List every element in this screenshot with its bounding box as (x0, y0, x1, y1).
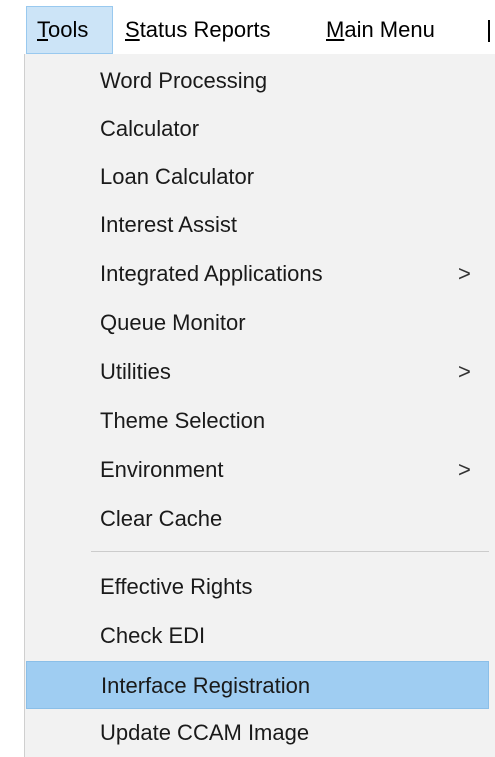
menu-item-effective-rights[interactable]: Effective Rights (26, 563, 489, 611)
menu-item-label: Word Processing (100, 68, 268, 93)
menu-item-queue-monitor[interactable]: Queue Monitor (26, 299, 489, 347)
menu-item-label: Update CCAM Image (100, 720, 310, 745)
tools-dropdown-menu: Word Processing Calculator Loan Calculat… (24, 54, 495, 757)
menu-item-interface-registration[interactable]: Interface Registration (26, 661, 489, 709)
menu-item-label: Interest Assist (100, 212, 237, 237)
menu-item-theme-selection[interactable]: Theme Selection (26, 397, 489, 445)
menu-status-reports-accesskey: S (125, 17, 140, 42)
chevron-right-icon: > (458, 261, 471, 286)
menu-separator (91, 551, 489, 552)
menu-item-update-ccam-image[interactable]: Update CCAM Image (26, 709, 489, 757)
menu-status-reports[interactable]: Status Reports (125, 6, 271, 54)
menu-tools-accesskey: T (37, 17, 48, 42)
menu-item-label: Integrated Applications (100, 261, 323, 286)
menu-item-label: Interface Registration (101, 673, 311, 698)
menu-item-label: Utilities (100, 359, 171, 384)
menu-item-interest-assist[interactable]: Interest Assist (26, 201, 489, 249)
chevron-right-icon: > (458, 359, 471, 384)
menu-item-integrated-applications[interactable]: Integrated Applications > (26, 250, 489, 298)
menu-item-utilities[interactable]: Utilities > (26, 348, 489, 396)
menu-item-environment[interactable]: Environment > (26, 446, 489, 494)
menu-item-label: Theme Selection (100, 408, 266, 433)
menu-item-label: Effective Rights (100, 574, 253, 599)
menu-item-label: Environment (100, 457, 224, 482)
menu-item-loan-calculator[interactable]: Loan Calculator (26, 153, 489, 201)
menu-main-menu-accesskey: M (326, 17, 345, 42)
menu-tools-rest: ools (48, 17, 89, 42)
menu-status-reports-rest: tatus Reports (139, 17, 271, 42)
menu-item-label: Check EDI (100, 623, 206, 648)
menu-bar: Tools Status Reports Main Menu (0, 0, 495, 54)
menu-item-word-processing[interactable]: Word Processing (26, 57, 489, 105)
menu-item-calculator[interactable]: Calculator (26, 105, 489, 153)
menu-item-label: Loan Calculator (100, 164, 255, 189)
menu-item-clear-cache[interactable]: Clear Cache (26, 495, 489, 543)
menu-item-label: Queue Monitor (100, 310, 246, 335)
truncated-menu-stub (488, 20, 490, 42)
menu-main-menu-rest: ain Menu (344, 17, 435, 42)
menu-item-label: Calculator (100, 116, 200, 141)
menu-item-label: Clear Cache (100, 506, 223, 531)
application-window: Tools Status Reports Main Menu Word Proc… (0, 0, 495, 757)
menu-item-check-edi[interactable]: Check EDI (26, 612, 489, 660)
menu-next-truncated[interactable] (488, 6, 495, 54)
chevron-right-icon: > (458, 457, 471, 482)
menu-tools[interactable]: Tools (26, 6, 113, 54)
menu-main-menu[interactable]: Main Menu (326, 6, 435, 54)
